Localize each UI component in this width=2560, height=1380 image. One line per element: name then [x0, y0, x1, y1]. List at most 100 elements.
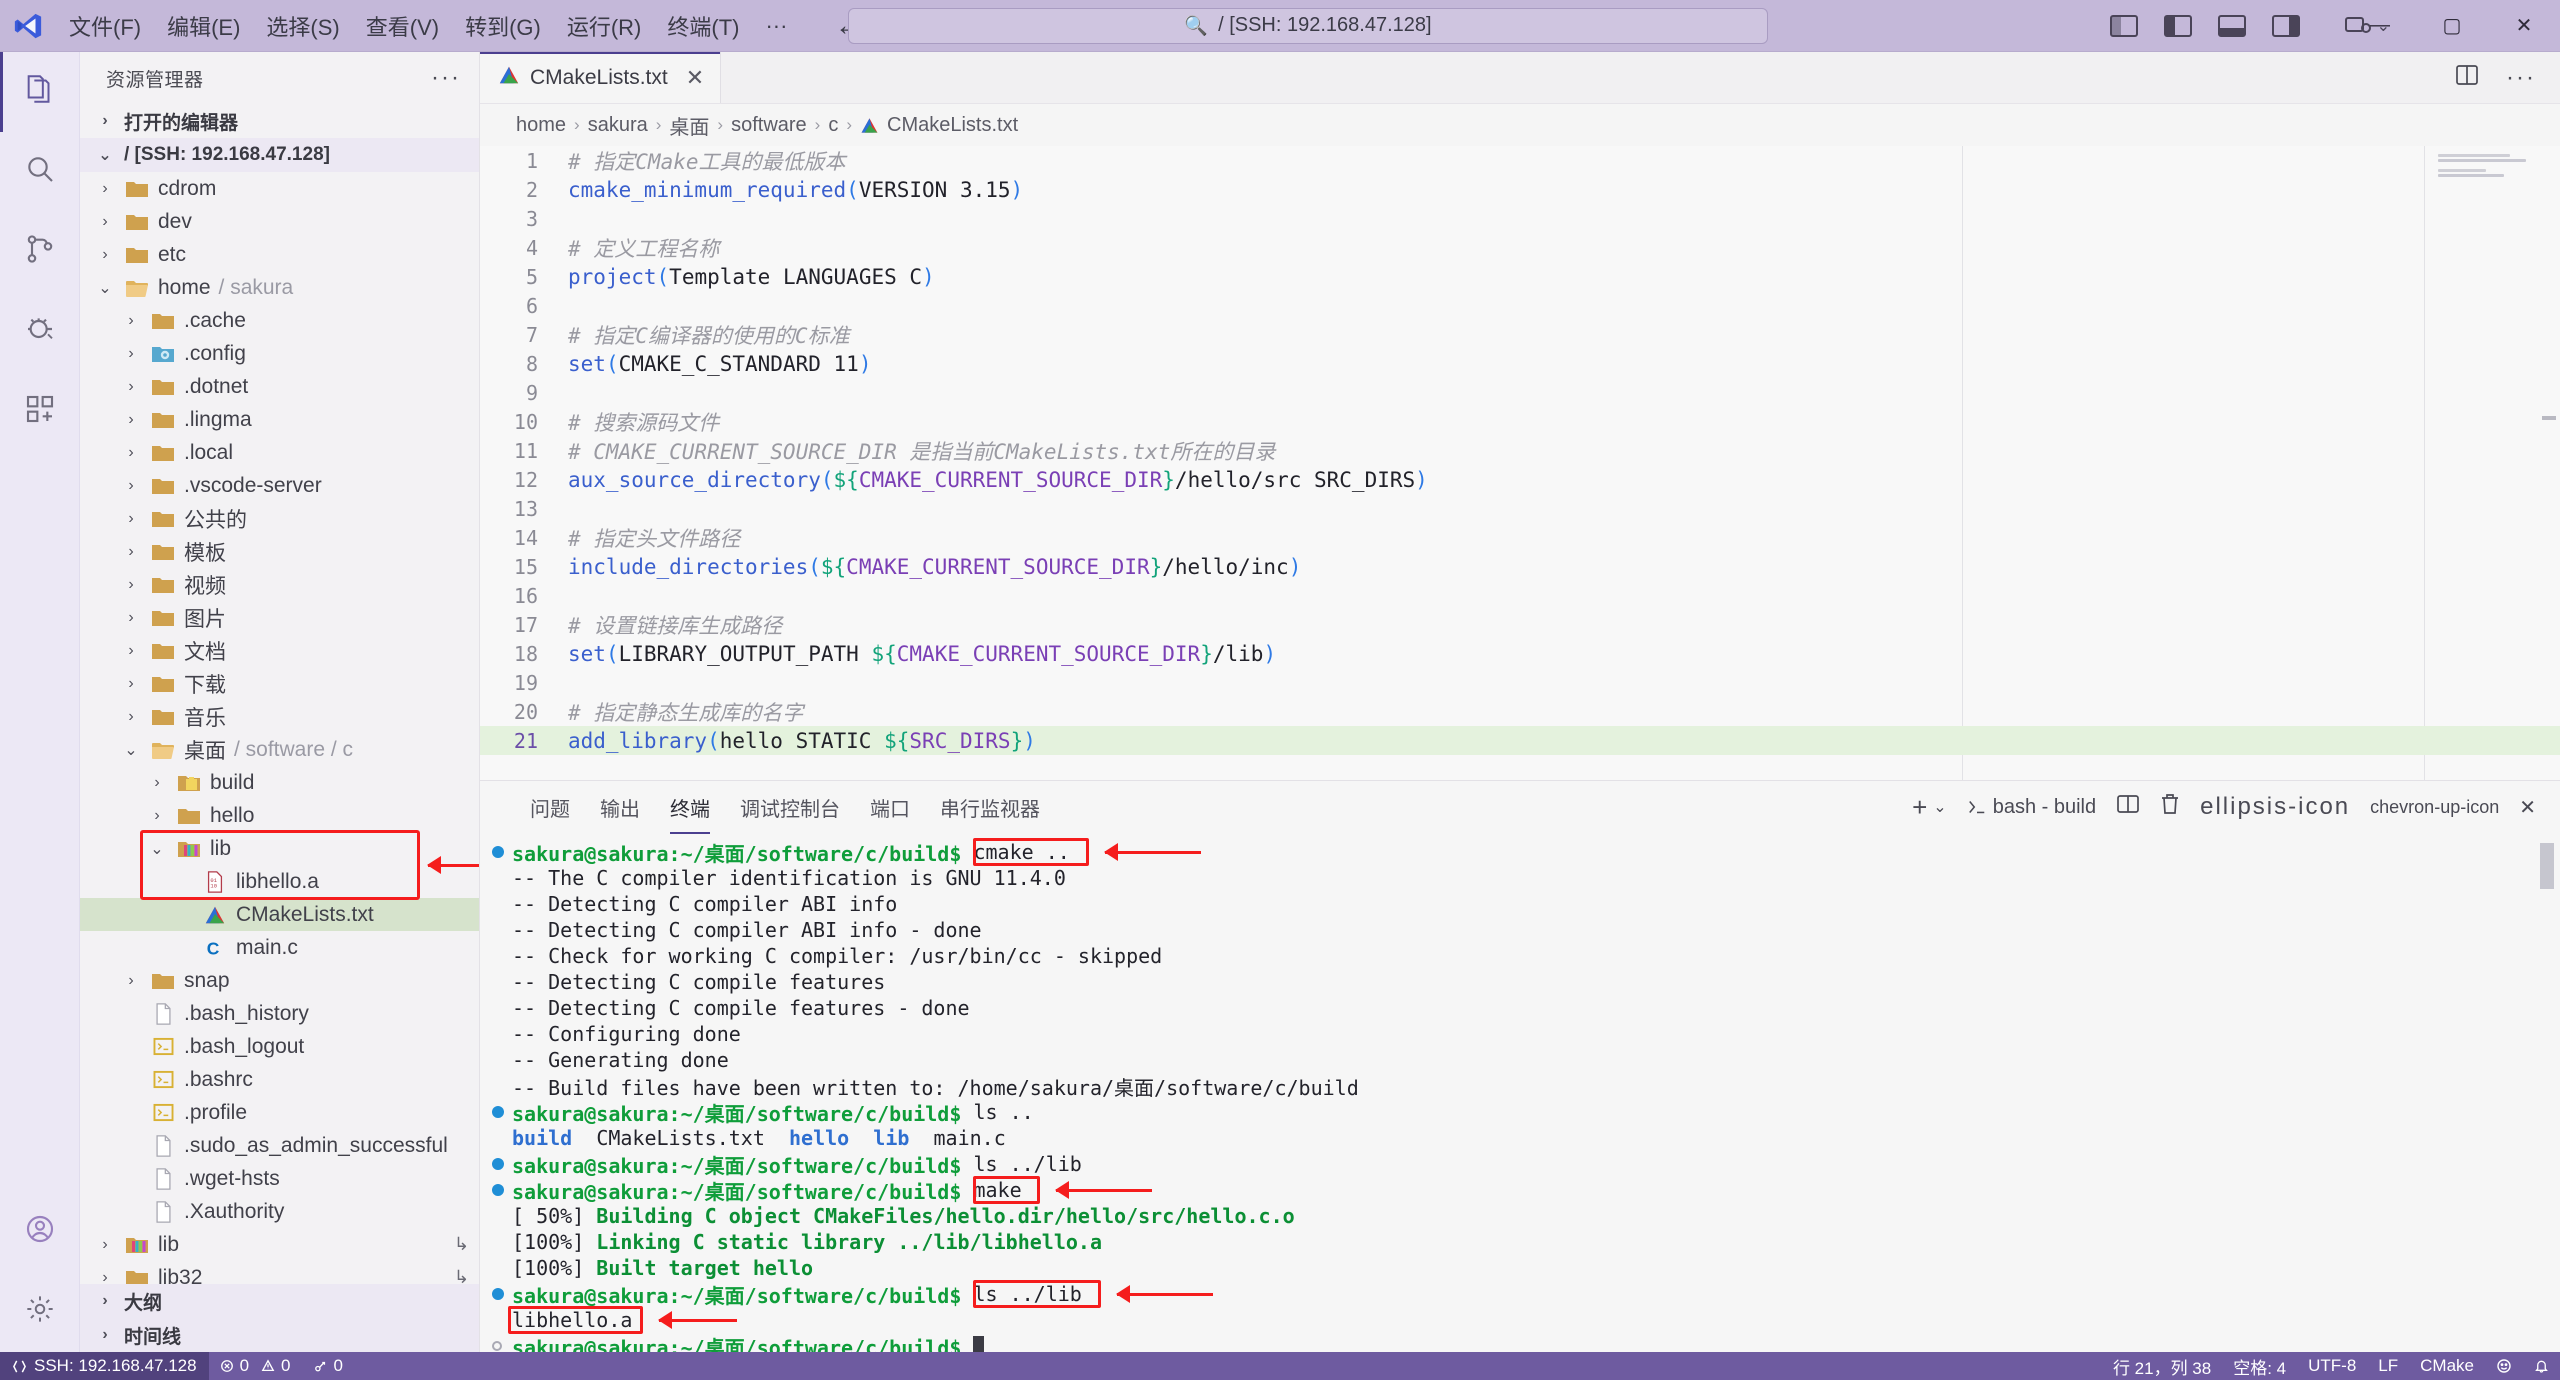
chevron-right-icon[interactable]: ›: [120, 345, 142, 363]
breadcrumb-item-sakura[interactable]: sakura: [588, 114, 648, 137]
code-line[interactable]: 20 # 指定静态生成库的名字: [480, 697, 2560, 726]
status-ports[interactable]: 0: [302, 1352, 354, 1380]
menu-selection[interactable]: 选择(S): [253, 6, 352, 46]
code-line[interactable]: 9: [480, 378, 2560, 407]
code-line[interactable]: 18 set(LIBRARY_OUTPUT_PATH ${CMAKE_CURREN…: [480, 639, 2560, 668]
menu-bar[interactable]: 文件(F) 编辑(E) 选择(S) 查看(V) 转到(G) 运行(R) 终端(T…: [56, 6, 800, 46]
chevron-right-icon[interactable]: ›: [94, 213, 116, 231]
code-line[interactable]: 19: [480, 668, 2560, 697]
activity-run-debug[interactable]: [0, 292, 80, 372]
tree-item-hello[interactable]: › hello: [80, 799, 479, 832]
tree-item-[interactable]: › 模板: [80, 535, 479, 568]
tree-item-etc[interactable]: › etc: [80, 238, 479, 271]
toggle-layout-icon[interactable]: [2272, 14, 2300, 37]
chevron-right-icon[interactable]: ›: [146, 774, 168, 792]
code-line[interactable]: 12 aux_source_directory(${CMAKE_CURRENT_S…: [480, 465, 2560, 494]
chevron-right-icon[interactable]: ›: [94, 246, 116, 264]
code-line[interactable]: 2 cmake_minimum_required(VERSION 3.15): [480, 175, 2560, 204]
tab-debug-console[interactable]: 调试控制台: [726, 787, 854, 828]
code-line[interactable]: 17 # 设置链接库生成路径: [480, 610, 2560, 639]
tree-item-.vscode-server[interactable]: › .vscode-server: [80, 469, 479, 502]
tree-item-.cache[interactable]: › .cache: [80, 304, 479, 337]
maximize-button[interactable]: ▢: [2416, 0, 2488, 52]
code-line[interactable]: 21 add_library(hello STATIC ${SRC_DIRS}): [480, 726, 2560, 755]
chevron-right-icon[interactable]: ›: [120, 972, 142, 990]
tree-item-.bash_logout[interactable]: ›.bash_logout: [80, 1030, 479, 1063]
ellipsis-icon[interactable]: ellipsis-icon: [2200, 793, 2350, 821]
tree-item-.Xauthority[interactable]: ›.Xauthority: [80, 1195, 479, 1228]
kill-terminal-icon[interactable]: [2160, 793, 2180, 821]
activity-explorer[interactable]: [0, 52, 80, 132]
chevron-right-icon[interactable]: ›: [120, 510, 142, 528]
status-indentation[interactable]: 空格: 4: [2222, 1352, 2297, 1380]
tab-cmakelists[interactable]: CMakeLists.txt ✕: [480, 52, 722, 103]
tree-item-snap[interactable]: › snap: [80, 964, 479, 997]
tree-item-libhello.a[interactable]: ›0110libhello.a: [80, 865, 479, 898]
status-language-mode[interactable]: CMake: [2409, 1352, 2485, 1380]
activity-source-control[interactable]: [0, 212, 80, 292]
tree-item-.bashrc[interactable]: ›.bashrc: [80, 1063, 479, 1096]
chevron-right-icon[interactable]: ›: [120, 378, 142, 396]
chevron-right-icon[interactable]: ›: [120, 477, 142, 495]
ellipsis-icon[interactable]: ···: [2506, 64, 2536, 92]
close-panel-icon[interactable]: ✕: [2519, 795, 2536, 820]
section-open-editors[interactable]: › 打开的编辑器: [80, 104, 479, 138]
breadcrumb-item-desktop[interactable]: 桌面: [669, 111, 709, 140]
menu-more[interactable]: ···: [752, 9, 800, 43]
tree-item-.profile[interactable]: ›.profile: [80, 1096, 479, 1129]
chevron-down-icon[interactable]: ⌄: [120, 740, 142, 760]
tree-item-.dotnet[interactable]: › .dotnet: [80, 370, 479, 403]
new-terminal-button[interactable]: + ⌄: [1912, 792, 1947, 823]
tree-item-lib[interactable]: ⌄ lib: [80, 832, 479, 865]
tree-item-lib[interactable]: › lib ↳: [80, 1228, 479, 1261]
status-eol[interactable]: LF: [2367, 1352, 2409, 1380]
tree-item-.wget-hsts[interactable]: ›.wget-hsts: [80, 1162, 479, 1195]
split-terminal-icon[interactable]: [2116, 794, 2140, 820]
code-line[interactable]: 6: [480, 291, 2560, 320]
tree-item-[interactable]: ⌄ 桌面 / software / c: [80, 733, 479, 766]
chevron-right-icon[interactable]: ›: [120, 708, 142, 726]
activity-search[interactable]: [0, 132, 80, 212]
tab-problems[interactable]: 问题: [516, 787, 584, 828]
code-line[interactable]: 5 project(Template LANGUAGES C): [480, 262, 2560, 291]
code-line[interactable]: 15 include_directories(${CMAKE_CURRENT_SO…: [480, 552, 2560, 581]
status-cursor-position[interactable]: 行 21，列 38: [2102, 1352, 2222, 1380]
code-line[interactable]: 8 set(CMAKE_C_STANDARD 11): [480, 349, 2560, 378]
code-line[interactable]: 11 # CMAKE_CURRENT_SOURCE_DIR 是指当前CMakeLi…: [480, 436, 2560, 465]
tree-item-[interactable]: › 下载: [80, 667, 479, 700]
code-editor[interactable]: 1 # 指定CMake工具的最低版本 2 cmake_minimum_required…: [480, 146, 2560, 780]
tab-ports[interactable]: 端口: [856, 787, 924, 828]
tree-item-home[interactable]: ⌄ home / sakura: [80, 271, 479, 304]
tree-item-.local[interactable]: › .local: [80, 436, 479, 469]
toggle-panel-icon[interactable]: [2218, 14, 2246, 37]
code-line[interactable]: 10 # 搜索源码文件: [480, 407, 2560, 436]
tree-item-dev[interactable]: › dev: [80, 205, 479, 238]
toggle-secondary-sidebar-icon[interactable]: [2164, 14, 2192, 37]
terminal-output[interactable]: sakura@sakura:~/桌面/software/c/build$ cma…: [480, 833, 2560, 1352]
activity-accounts[interactable]: [0, 1192, 80, 1272]
chevron-right-icon[interactable]: ›: [120, 609, 142, 627]
tree-item-[interactable]: › 图片: [80, 601, 479, 634]
chevron-right-icon[interactable]: ›: [120, 312, 142, 330]
file-tree[interactable]: › cdrom › dev › etc ⌄ home / sakura › .cache › .con…: [80, 172, 479, 1284]
breadcrumb-item-software[interactable]: software: [731, 114, 807, 137]
chevron-right-icon[interactable]: ›: [120, 543, 142, 561]
tree-item-CMakeLists.txt[interactable]: ›CMakeLists.txt: [80, 898, 479, 931]
chevron-right-icon[interactable]: ›: [146, 807, 168, 825]
tree-item-.bash_history[interactable]: ›.bash_history: [80, 997, 479, 1030]
chevron-right-icon[interactable]: ›: [94, 180, 116, 198]
menu-file[interactable]: 文件(F): [56, 6, 154, 46]
code-line[interactable]: 7 # 指定C编译器的使用的C标准: [480, 320, 2560, 349]
chevron-right-icon[interactable]: ›: [120, 642, 142, 660]
code-line[interactable]: 14 # 指定头文件路径: [480, 523, 2560, 552]
chevron-right-icon[interactable]: ›: [94, 1269, 116, 1285]
status-notifications[interactable]: [2523, 1352, 2560, 1380]
menu-edit[interactable]: 编辑(E): [154, 6, 253, 46]
code-line[interactable]: 13: [480, 494, 2560, 523]
activity-extensions[interactable]: [0, 372, 80, 452]
tab-serial-monitor[interactable]: 串行监视器: [926, 787, 1054, 828]
tree-item-[interactable]: › 文档: [80, 634, 479, 667]
status-problems[interactable]: 0 0: [209, 1352, 302, 1380]
editor-scrollbar[interactable]: [2542, 416, 2556, 420]
menu-run[interactable]: 运行(R): [554, 6, 655, 46]
